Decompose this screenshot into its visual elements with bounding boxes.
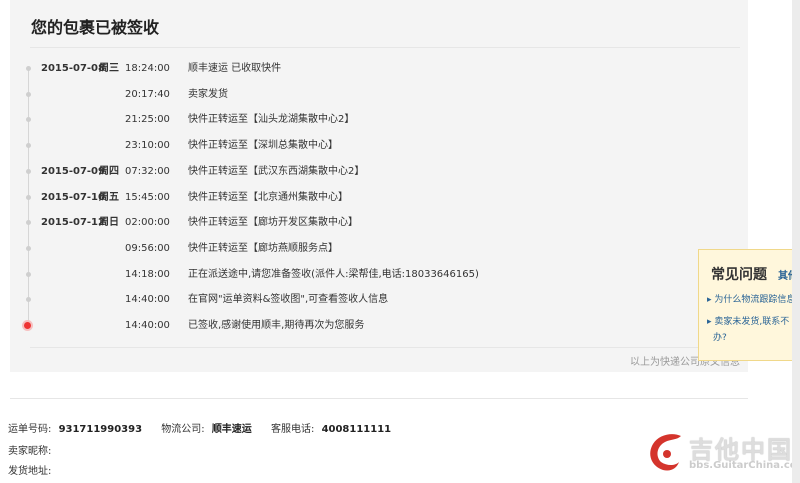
- logistics-panel: [10, 0, 748, 372]
- faq-item-2-cont[interactable]: 办?: [713, 330, 727, 343]
- timeline-weekday: 周日: [99, 217, 119, 229]
- timeline-date: 2015-07-12: [41, 217, 105, 229]
- timeline-date: 2015-07-10: [41, 191, 105, 203]
- waybill-number: 931711990393: [58, 424, 143, 435]
- timeline-dot: [26, 66, 31, 71]
- faq-box: 常见问题 其他 ▸ 为什么物流跟踪信息 ▸ 卖家未发货,联系不 办?: [698, 249, 800, 361]
- service-phone: 4008111111: [321, 424, 392, 435]
- timeline-time: 18:24:00: [125, 63, 170, 74]
- faq-item-1[interactable]: ▸ 为什么物流跟踪信息: [707, 292, 795, 305]
- timeline-desc: 已签收,感谢使用顺丰,期待再次为您服务: [188, 320, 365, 331]
- timeline-desc: 快件正转运至【北京通州集散中心】: [188, 191, 348, 203]
- timeline-time: 21:25:00: [125, 114, 170, 126]
- timeline-desc: 在官网"运单资料&签收图",可查看签收人信息: [188, 294, 389, 306]
- seller-nickname-label: 卖家昵称:: [8, 446, 52, 457]
- page-title: 您的包裹已被签收: [31, 18, 160, 37]
- service-phone-label: 客服电话:: [271, 424, 315, 435]
- timeline-desc: 快件正转运至【廊坊燕顺服务点】: [188, 242, 338, 254]
- timeline-desc: 顺丰速运 已收取快件: [188, 63, 282, 74]
- timeline-time: 14:40:00: [125, 320, 170, 331]
- timeline-dot: [26, 271, 31, 277]
- section-divider: [10, 398, 748, 399]
- timeline-dot: [26, 245, 31, 251]
- timeline-time: 07:32:00: [125, 165, 170, 177]
- scrollbar[interactable]: [792, 0, 800, 483]
- watermark: 吉他中国 bbs.GuitarChina.com: [645, 430, 800, 475]
- current-status-dot: [24, 322, 31, 329]
- title-divider: [30, 47, 740, 48]
- timeline-bottom-divider: [30, 347, 740, 348]
- shipping-address-label: 发货地址:: [8, 466, 52, 477]
- timeline-time: 09:56:00: [125, 242, 170, 254]
- timeline-time: 20:17:40: [125, 88, 170, 100]
- faq-item-2[interactable]: ▸ 卖家未发货,联系不: [707, 314, 789, 327]
- timeline-date: 2015-07-09: [41, 165, 105, 177]
- faq-title: 常见问题: [711, 267, 767, 283]
- timeline-dot: [26, 194, 31, 200]
- timeline-time: 23:10:00: [125, 140, 170, 152]
- timeline-weekday: 周五: [99, 191, 119, 203]
- timeline-time: 02:00:00: [125, 217, 170, 229]
- timeline-date: 2015-07-08: [41, 63, 105, 74]
- timeline-dot: [26, 91, 31, 97]
- timeline-weekday: 周四: [99, 165, 119, 177]
- timeline-weekday: 周三: [99, 63, 119, 74]
- timeline-time: 14:40:00: [125, 294, 170, 306]
- timeline-desc: 快件正转运至【深圳总集散中心】: [188, 140, 338, 152]
- watermark-url: bbs.GuitarChina.com: [689, 460, 800, 471]
- carrier-label: 物流公司:: [161, 424, 205, 435]
- timeline-desc: 快件正转运至【汕头龙湖集散中心2】: [188, 114, 355, 126]
- timeline-time: 14:18:00: [125, 268, 170, 280]
- carrier-name: 顺丰速运: [211, 424, 252, 435]
- timeline-desc: 快件正转运至【廊坊开发区集散中心】: [188, 217, 358, 229]
- guitar-logo-icon: [650, 434, 681, 471]
- waybill-label: 运单号码:: [8, 424, 52, 435]
- timeline-desc: 正在派送途中,请您准备签收(派件人:梁帮佳,电话:18033646165): [188, 268, 479, 280]
- timeline-dot: [26, 168, 31, 174]
- shipment-info-row: 运单号码: 931711990393 物流公司: 顺丰速运 客服电话: 4008…: [8, 420, 391, 435]
- timeline-desc: 快件正转运至【武汉东西湖集散中心2】: [188, 165, 365, 177]
- timeline-time: 15:45:00: [125, 191, 170, 203]
- timeline-desc: 卖家发货: [188, 88, 228, 100]
